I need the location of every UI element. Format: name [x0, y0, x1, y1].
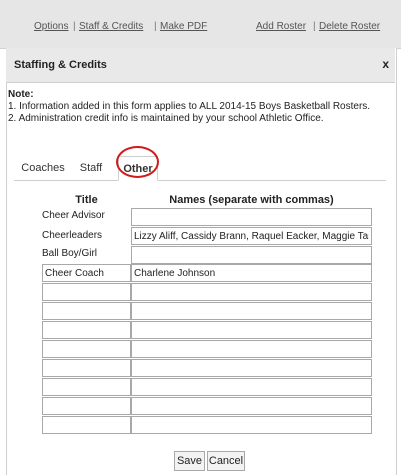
toolbar-separator: | — [313, 21, 316, 32]
title-input[interactable] — [42, 302, 131, 320]
tab-staff[interactable]: Staff — [69, 156, 113, 180]
title-input[interactable] — [42, 283, 131, 301]
add-roster-link[interactable]: Add Roster — [256, 21, 306, 32]
cancel-button[interactable]: Cancel — [207, 451, 245, 471]
names-input[interactable] — [131, 321, 372, 339]
names-input[interactable] — [131, 397, 372, 415]
toolbar-separator: | — [154, 21, 157, 32]
names-input[interactable] — [131, 246, 372, 264]
title-input[interactable] — [42, 378, 131, 396]
save-button[interactable]: Save — [174, 451, 205, 471]
names-input[interactable] — [131, 283, 372, 301]
column-header-names: Names (separate with commas) — [169, 194, 334, 206]
title-input[interactable] — [42, 416, 131, 434]
names-input[interactable] — [131, 302, 372, 320]
note-line-2: 2. Administration credit info is maintai… — [8, 113, 324, 124]
row-title-label: Cheerleaders — [42, 230, 103, 241]
delete-roster-link[interactable]: Delete Roster — [319, 21, 380, 32]
names-input[interactable] — [131, 416, 372, 434]
title-input[interactable] — [42, 321, 131, 339]
names-input[interactable] — [131, 378, 372, 396]
names-input[interactable] — [131, 359, 372, 377]
close-icon[interactable]: x — [382, 57, 389, 71]
tab-bar: Coaches Staff Other — [14, 152, 386, 181]
title-input[interactable] — [42, 397, 131, 415]
title-input[interactable] — [42, 340, 131, 358]
tab-other[interactable]: Other — [118, 156, 158, 181]
names-input[interactable] — [131, 264, 372, 282]
note-line-1: 1. Information added in this form applie… — [8, 101, 371, 112]
top-toolbar: Options | Staff & Credits | Make PDF Add… — [0, 0, 401, 49]
note-block: Note: 1. Information added in this form … — [8, 89, 370, 125]
title-input[interactable] — [42, 264, 131, 282]
names-input[interactable] — [131, 340, 372, 358]
staff-credits-link[interactable]: Staff & Credits — [79, 21, 143, 32]
options-link[interactable]: Options — [34, 21, 68, 32]
note-heading: Note: — [8, 89, 34, 100]
dialog-header: Staffing & Credits x — [6, 48, 395, 83]
make-pdf-link[interactable]: Make PDF — [160, 21, 207, 32]
row-title-label: Cheer Advisor — [42, 210, 105, 221]
row-title-label: Ball Boy/Girl — [42, 248, 98, 259]
toolbar-separator: | — [73, 21, 76, 32]
names-input[interactable] — [131, 227, 372, 245]
column-header-title: Title — [75, 194, 98, 206]
names-input[interactable] — [131, 208, 372, 226]
dialog-title: Staffing & Credits — [14, 59, 107, 71]
tab-coaches[interactable]: Coaches — [19, 156, 67, 180]
title-input[interactable] — [42, 359, 131, 377]
